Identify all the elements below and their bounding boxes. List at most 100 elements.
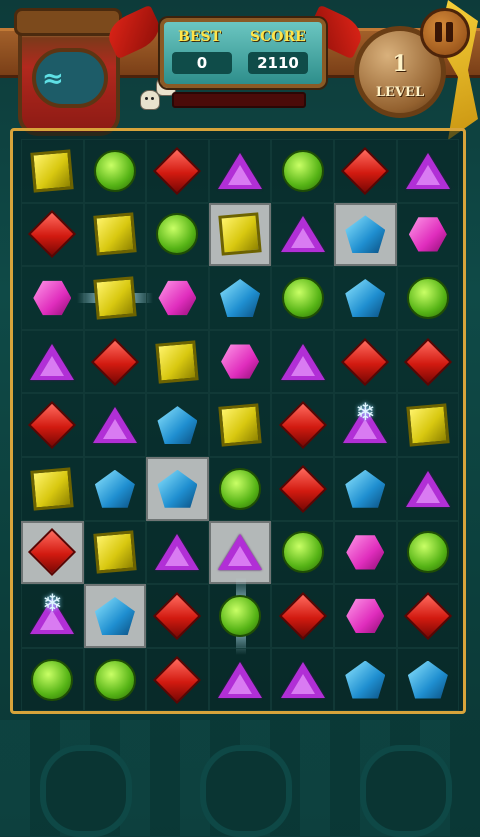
board-cell-r7-c2[interactable] xyxy=(83,520,147,585)
board-cell-r3-c3[interactable] xyxy=(146,266,209,330)
board-cell-r7-c6[interactable] xyxy=(333,520,397,585)
pink-hexagon-gem-icon xyxy=(158,280,197,316)
blue-pentagon-gem-icon xyxy=(345,215,386,254)
yellow-square-gem-icon xyxy=(218,212,262,257)
level-number: 1 xyxy=(392,51,408,77)
board-cell-r4-c6[interactable] xyxy=(333,329,397,394)
blue-pentagon-gem-icon xyxy=(220,278,261,317)
snowflake-icon: ❄ xyxy=(42,589,63,618)
board-cell-r6-c5[interactable] xyxy=(271,456,334,521)
board-cell-r9-c4[interactable] xyxy=(208,647,272,712)
board-cell-r3-c1[interactable] xyxy=(21,266,84,330)
board-cell-r2-c3[interactable] xyxy=(146,202,209,267)
board-cell-r9-c7[interactable] xyxy=(396,647,460,712)
board-cell-r1-c3[interactable] xyxy=(146,139,209,203)
board-cell-r1-c1[interactable] xyxy=(21,139,84,203)
board-cell-r3-c6[interactable] xyxy=(333,266,397,330)
board-cell-r4-c5[interactable] xyxy=(271,329,334,394)
board-cell-r8-c1[interactable]: ❄ xyxy=(21,584,84,648)
board-cell-r1-c6[interactable] xyxy=(333,139,397,203)
pause-button[interactable] xyxy=(420,8,470,58)
board-cell-r9-c5[interactable] xyxy=(271,647,334,712)
yellow-square-gem-icon xyxy=(155,339,200,384)
yellow-square-gem-icon xyxy=(218,403,262,447)
board-cell-r7-c3[interactable] xyxy=(146,520,209,585)
board-cell-r9-c1[interactable] xyxy=(21,647,84,712)
red-diamond-gem-icon xyxy=(153,146,202,195)
yellow-square-gem-icon xyxy=(93,212,137,257)
board-cell-r3-c4[interactable] xyxy=(208,266,272,330)
board-cell-r2-c7[interactable] xyxy=(396,202,460,267)
board-cell-r8-c5[interactable] xyxy=(271,584,334,648)
green-circle-gem-icon xyxy=(31,658,74,701)
board-cell-r9-c6[interactable] xyxy=(333,647,397,712)
board-cell-r7-c7[interactable] xyxy=(396,520,460,585)
board-cell-r3-c7[interactable] xyxy=(396,266,460,330)
board-cell-r4-c2[interactable] xyxy=(83,329,147,394)
board-cell-r8-c7[interactable] xyxy=(396,584,460,648)
board-cell-r8-c2[interactable] xyxy=(83,584,147,648)
board-cell-r6-c7[interactable] xyxy=(396,456,460,521)
background-tiki-face xyxy=(360,745,452,837)
green-circle-gem-icon xyxy=(281,276,324,319)
top-hud: ≈ BEST SCORE 0 2110 1 LEVEL xyxy=(0,0,480,140)
board-cell-r5-c4[interactable] xyxy=(208,393,272,457)
board-cell-r5-c1[interactable] xyxy=(21,393,84,457)
board-cell-r7-c1[interactable] xyxy=(21,520,84,585)
red-diamond-gem-icon xyxy=(28,528,77,577)
board-cell-r2-c4[interactable] xyxy=(208,202,272,267)
red-diamond-gem-icon xyxy=(341,337,390,386)
yellow-square-gem-icon xyxy=(406,403,450,447)
board-cell-r5-c2[interactable] xyxy=(83,393,147,457)
red-diamond-gem-icon xyxy=(153,591,202,640)
board-cell-r2-c5[interactable] xyxy=(271,202,334,267)
gem-grid: ❄ ❄ xyxy=(21,139,460,712)
green-circle-gem-icon xyxy=(93,658,136,701)
purple-triangle-gem-icon xyxy=(30,343,75,380)
blue-pentagon-gem-icon xyxy=(94,596,135,635)
purple-triangle-gem-icon xyxy=(405,152,450,189)
purple-triangle-gem-icon xyxy=(218,661,263,698)
board-cell-r6-c3[interactable] xyxy=(146,456,209,521)
red-diamond-gem-icon xyxy=(278,591,327,640)
board-cell-r5-c6[interactable]: ❄ xyxy=(333,393,397,457)
board-cell-r1-c7[interactable] xyxy=(396,139,460,203)
board-cell-r3-c5[interactable] xyxy=(271,266,334,330)
board-cell-r3-c2[interactable] xyxy=(76,266,153,330)
green-circle-gem-icon xyxy=(219,467,262,510)
board-cell-r2-c6[interactable] xyxy=(333,202,397,267)
board-cell-r4-c1[interactable] xyxy=(21,329,84,394)
red-diamond-gem-icon xyxy=(153,655,202,704)
board-cell-r1-c2[interactable] xyxy=(83,139,147,203)
level-progress-bar xyxy=(172,92,306,108)
pink-hexagon-gem-icon xyxy=(346,598,385,634)
board-cell-r1-c4[interactable] xyxy=(208,139,272,203)
board-cell-r5-c3[interactable] xyxy=(146,393,209,457)
red-diamond-gem-icon xyxy=(341,146,390,195)
board-cell-r6-c6[interactable] xyxy=(333,456,397,521)
board-cell-r8-c3[interactable] xyxy=(146,584,209,648)
board-cell-r4-c4[interactable] xyxy=(208,329,272,394)
best-value: 0 xyxy=(172,52,232,74)
potion-jar-icon: ≈ xyxy=(14,8,122,136)
green-circle-gem-icon xyxy=(93,149,136,192)
board-cell-r9-c2[interactable] xyxy=(83,647,147,712)
board-cell-r1-c5[interactable] xyxy=(271,139,334,203)
purple-triangle-gem-icon xyxy=(218,534,263,571)
board-cell-r6-c2[interactable] xyxy=(83,456,147,521)
board-cell-r2-c2[interactable] xyxy=(83,202,147,267)
board-cell-r5-c7[interactable] xyxy=(396,393,460,457)
board-cell-r7-c5[interactable] xyxy=(271,520,334,585)
board-cell-r6-c4[interactable] xyxy=(208,456,272,521)
board-cell-r8-c6[interactable] xyxy=(333,584,397,648)
red-diamond-gem-icon xyxy=(403,591,452,640)
board-cell-r6-c1[interactable] xyxy=(21,456,84,521)
board-cell-r2-c1[interactable] xyxy=(21,202,84,267)
board-cell-r8-c4[interactable] xyxy=(208,577,272,656)
board-cell-r7-c4[interactable] xyxy=(208,520,272,585)
board-cell-r9-c3[interactable] xyxy=(146,647,209,712)
board-cell-r4-c3[interactable] xyxy=(146,329,209,394)
board-cell-r4-c7[interactable] xyxy=(396,329,460,394)
board-cell-r5-c5[interactable] xyxy=(271,393,334,457)
purple-triangle-gem-icon xyxy=(280,343,325,380)
